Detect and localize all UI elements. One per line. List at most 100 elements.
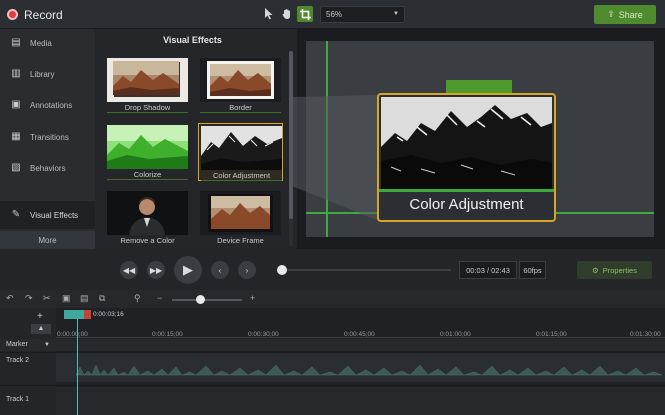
more-button[interactable]: More: [0, 231, 95, 249]
divider: [379, 189, 554, 192]
effect-tile-drop-shadow[interactable]: Drop Shadow: [105, 56, 190, 114]
top-bar: Record 56% ▼ ⇪ Share: [0, 0, 665, 29]
callout-thumbnail: [381, 97, 552, 189]
zoom-in-icon[interactable]: +: [250, 293, 255, 303]
chevron-left-icon: ‹: [218, 265, 222, 275]
tile-label: Device Frame: [217, 236, 264, 245]
divider: [0, 385, 665, 386]
marker-label: Marker: [6, 341, 28, 348]
tick-label: 0:00:15;00: [152, 331, 183, 338]
effect-tile-device-frame[interactable]: Device Frame: [198, 189, 283, 247]
rewind-icon: ◀◀: [122, 265, 136, 275]
split-icon[interactable]: ⧉: [99, 293, 105, 304]
timeline-zoom-slider[interactable]: [172, 299, 242, 301]
callout-label: Color Adjustment: [409, 196, 524, 213]
copy-icon[interactable]: ▣: [62, 293, 71, 304]
thumbnail: [107, 191, 188, 235]
pointer-icon[interactable]: [261, 6, 277, 22]
add-track-icon[interactable]: +: [37, 311, 43, 322]
chevron-right-icon: ›: [245, 265, 249, 275]
paste-icon[interactable]: ▤: [80, 293, 89, 304]
sidebar-item-label: Annotations: [30, 100, 73, 110]
record-icon[interactable]: [7, 9, 18, 20]
redo-icon[interactable]: ↷: [25, 293, 33, 304]
effect-tile-remove-a-color[interactable]: Remove a Color: [105, 189, 190, 247]
thumbnail: [200, 58, 281, 102]
track-label: Track 2: [6, 357, 30, 364]
alignment-guide-vertical: [326, 41, 328, 237]
tick-label: 0:00:00;00: [57, 331, 88, 338]
rewind-button[interactable]: ◀◀: [120, 261, 138, 279]
properties-button[interactable]: ⚙ Properties: [577, 261, 652, 279]
tick-label: 0:00:45;00: [344, 331, 375, 338]
tile-label: Drop Shadow: [124, 103, 171, 112]
thumbnail: [200, 191, 281, 235]
divider: [107, 179, 188, 180]
track-label: Track 1: [6, 396, 30, 403]
sidebar-item-label: Transitions: [30, 132, 69, 142]
sidebar-item-media[interactable]: ▤ Media: [0, 30, 95, 56]
effect-tile-color-adjustment[interactable]: Color Adjustment: [198, 123, 283, 181]
divider: [107, 112, 188, 113]
crop-icon[interactable]: [297, 6, 313, 22]
thumbnail: [107, 125, 188, 169]
media-icon: ▤: [11, 37, 21, 48]
sidebar-item-label: Media: [30, 38, 52, 48]
record-label[interactable]: Record: [24, 8, 63, 22]
sidebar-item-library[interactable]: ▥ Library: [0, 61, 95, 87]
transitions-icon: ▦: [11, 131, 21, 142]
timeline-zoom-knob[interactable]: [196, 295, 205, 304]
visual-effects-panel: Visual Effects Drop Shadow Border Colori…: [95, 29, 297, 249]
sidebar-item-behaviors[interactable]: ▧ Behaviors: [0, 155, 95, 181]
playhead-line[interactable]: [77, 319, 78, 415]
chevron-down-icon: ▼: [393, 11, 399, 17]
tick-label: 0:01:30;00: [630, 331, 661, 338]
zoom-out-icon[interactable]: −: [157, 293, 162, 303]
track-1[interactable]: [56, 387, 665, 415]
tile-label: Remove a Color: [120, 236, 175, 245]
share-label: Share: [618, 9, 643, 20]
effect-callout: Color Adjustment: [377, 93, 556, 222]
chevron-down-icon[interactable]: ▼: [44, 342, 50, 348]
next-button[interactable]: ›: [238, 261, 256, 279]
step-forward-button[interactable]: ▶▶: [147, 261, 165, 279]
thumbnail: [107, 58, 188, 102]
tick-label: 0:00:30;00: [248, 331, 279, 338]
tick-label: 0:01:00;00: [440, 331, 471, 338]
zoom-select[interactable]: 56% ▼: [320, 6, 405, 23]
share-icon: ⇪: [607, 9, 615, 19]
collapse-tracks-button[interactable]: ▲: [31, 324, 51, 334]
visual-effects-icon: ✎: [11, 209, 21, 220]
effect-tile-border[interactable]: Border: [198, 56, 283, 114]
sidebar-item-visual-effects[interactable]: ✎ Visual Effects: [0, 201, 95, 229]
sidebar-item-annotations[interactable]: ▣ Annotations: [0, 92, 95, 118]
properties-label: Properties: [602, 265, 637, 275]
tile-label: Color Adjustment: [212, 171, 271, 180]
tile-label: Colorize: [133, 170, 162, 179]
share-button[interactable]: ⇪ Share: [594, 5, 656, 24]
previous-button[interactable]: ‹: [211, 261, 229, 279]
behaviors-icon: ▧: [11, 162, 21, 173]
tile-label: Border: [229, 103, 252, 112]
sidebar-item-transitions[interactable]: ▦ Transitions: [0, 124, 95, 150]
scrollbar-thumb[interactable]: [289, 51, 293, 219]
tick-label: 0:01:15;00: [536, 331, 567, 338]
zoom-icon: ⚲: [134, 293, 141, 303]
hand-icon[interactable]: [279, 6, 295, 22]
track-2[interactable]: [56, 353, 665, 382]
annotations-icon: ▣: [11, 99, 21, 110]
undo-icon[interactable]: ↶: [6, 293, 14, 304]
library-icon: ▥: [11, 68, 21, 79]
playhead-out-point[interactable]: [84, 310, 91, 319]
sidebar-item-label: Library: [30, 69, 55, 79]
play-button[interactable]: ▶: [174, 256, 202, 284]
fps-display: 60fps: [519, 261, 546, 279]
effect-tile-colorize[interactable]: Colorize: [105, 123, 190, 181]
step-forward-icon: ▶▶: [149, 265, 163, 275]
scrubber-knob[interactable]: [277, 265, 287, 275]
scrubber-track[interactable]: [281, 269, 451, 271]
cut-icon[interactable]: ✂: [43, 293, 51, 304]
zoom-value: 56%: [326, 10, 343, 19]
play-icon: ▶: [183, 262, 193, 277]
marker-row[interactable]: Marker ▼: [0, 339, 665, 351]
